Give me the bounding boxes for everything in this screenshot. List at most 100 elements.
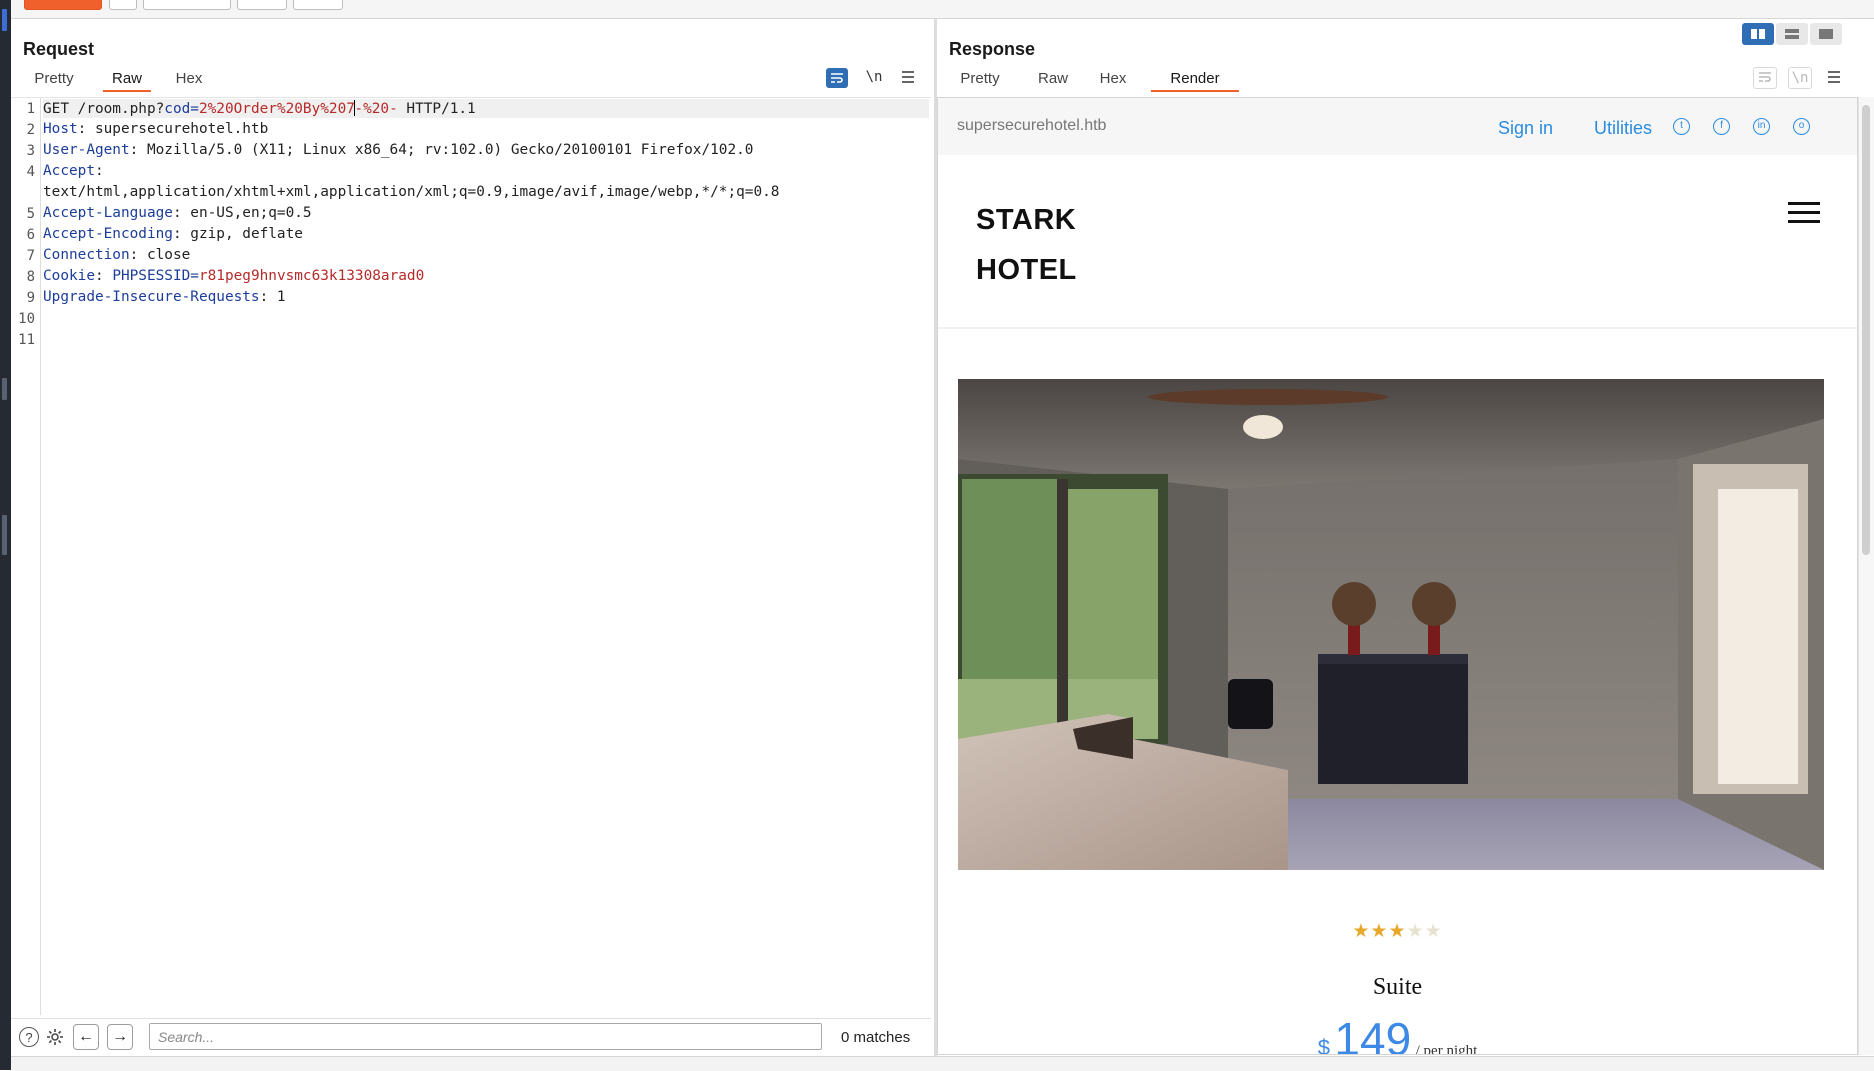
star-filled-icon: ★ [1352, 921, 1371, 942]
strip-marker [2, 378, 7, 400]
header-value: : close [129, 247, 191, 263]
header-value: : 1 [259, 289, 286, 305]
header-value: : supersecurehotel.htb [77, 121, 269, 137]
history-back-button[interactable] [237, 0, 287, 10]
request-editor[interactable]: 1 2 3 4 5 6 7 8 9 10 11 GET /room.php?co… [11, 97, 931, 1015]
price-unit: / per night [1415, 1043, 1478, 1055]
cookie-name: PHPSESSID [112, 268, 191, 284]
tab-raw[interactable]: Raw [1035, 68, 1071, 90]
instagram-icon[interactable]: o [1793, 118, 1810, 135]
site-brand[interactable]: STARK HOTEL [976, 195, 1077, 295]
site-domain: supersecurehotel.htb [957, 117, 1107, 134]
star-empty-icon: ★ [1406, 921, 1425, 942]
tab-render[interactable]: Render [1151, 68, 1239, 92]
price-row: $ 149 / per night [938, 1012, 1857, 1055]
hamburger-menu-icon[interactable] [897, 67, 919, 87]
scrollbar-thumb[interactable] [1862, 105, 1870, 555]
header-key: User-Agent [43, 142, 130, 158]
cookie-eq: = [190, 268, 199, 284]
line-number: 6 [26, 227, 35, 243]
line-number: 1 [26, 101, 35, 117]
header-line-host: Host: supersecurehotel.htb [43, 121, 268, 137]
price-currency: $ [1317, 1035, 1330, 1055]
single-pane-icon[interactable] [1810, 23, 1842, 45]
room-name: Suite [1372, 974, 1423, 1000]
header-key: Connection [43, 247, 130, 263]
query-param-eq: = [190, 101, 199, 117]
sign-in-link[interactable]: Sign in [1498, 118, 1553, 139]
history-forward-button[interactable] [293, 0, 343, 10]
line-number: 10 [18, 311, 35, 327]
query-param-value-tail: -%20- [354, 101, 398, 117]
brand-line: HOTEL [976, 254, 1077, 286]
facebook-icon[interactable]: f [1713, 118, 1730, 135]
header-value: : [94, 163, 104, 179]
forward-arrow-icon[interactable]: → [107, 1024, 133, 1050]
cookie-value: r81peg9hnvsmc63k13308arad0 [198, 268, 425, 284]
header-line-accept-continued: text/html,application/xhtml+xml,applicat… [43, 184, 780, 200]
site-menu-icon[interactable] [1788, 202, 1820, 224]
search-input[interactable] [149, 1023, 822, 1050]
header-key: Upgrade-Insecure-Requests [43, 289, 260, 305]
left-edge-strip [0, 0, 11, 1070]
header-value: : gzip, deflate [172, 226, 303, 242]
nav-separator [938, 327, 1857, 329]
tab-hex[interactable]: Hex [1096, 68, 1130, 90]
header-line-accept-encoding: Accept-Encoding: gzip, deflate [43, 226, 303, 242]
wrap-lines-icon[interactable] [1753, 67, 1777, 89]
header-line-cookie: Cookie: PHPSESSID=r81peg9hnvsmc63k13308a… [43, 268, 424, 284]
settings-button[interactable] [109, 0, 137, 10]
header-key: Accept-Encoding [43, 226, 173, 242]
match-count: 0 matches [841, 1029, 911, 1046]
help-icon[interactable]: ? [19, 1027, 39, 1047]
rating-stars: ★★★★★ [938, 920, 1857, 943]
top-toolbar [11, 0, 1874, 19]
wrap-lines-icon[interactable] [826, 68, 848, 88]
header-key: Cookie [43, 268, 95, 284]
render-scrollbar[interactable] [1858, 97, 1874, 1055]
strip-marker [2, 9, 7, 31]
line-number: 11 [18, 332, 35, 348]
split-vertical-icon[interactable] [1776, 23, 1808, 45]
query-param-name: cod [164, 101, 191, 117]
split-horizontal-icon[interactable] [1742, 23, 1774, 45]
line-number: 8 [26, 269, 35, 285]
back-arrow-icon[interactable]: ← [73, 1024, 99, 1050]
header-line-accept: Accept: [43, 163, 104, 179]
query-param-value: 2%20Order%20By%207 [198, 101, 355, 117]
star-filled-icon: ★ [1370, 921, 1389, 942]
settings-icon[interactable] [45, 1027, 65, 1047]
tab-raw[interactable]: Raw [103, 68, 151, 92]
newline-toggle[interactable]: \n [863, 67, 885, 87]
header-value: : Mozilla/5.0 (X11; Linux x86_64; rv:102… [129, 142, 754, 158]
line-number: 2 [26, 122, 35, 138]
brand-line: STARK [976, 204, 1077, 236]
star-filled-icon: ★ [1388, 921, 1407, 942]
strip-marker [2, 515, 7, 555]
header-key: Accept [43, 163, 95, 179]
request-method-path: GET /room.php? [43, 101, 165, 117]
linkedin-icon[interactable]: in [1753, 118, 1770, 135]
rendered-page[interactable]: supersecurehotel.htb Sign in Utilities t… [937, 97, 1858, 1055]
header-value: : en-US,en;q=0.5 [172, 205, 312, 221]
status-strip [11, 1056, 1874, 1071]
hamburger-menu-icon[interactable] [1823, 67, 1845, 87]
newline-toggle[interactable]: \n [1788, 67, 1812, 89]
send-button[interactable] [24, 0, 102, 10]
line-number: 4 [26, 164, 35, 180]
utilities-link[interactable]: Utilities [1594, 118, 1652, 139]
cancel-button[interactable] [143, 0, 231, 10]
site-topbar: supersecurehotel.htb Sign in Utilities t… [938, 98, 1857, 155]
tab-pretty[interactable]: Pretty [954, 68, 1006, 90]
header-line-upgrade-insecure: Upgrade-Insecure-Requests: 1 [43, 289, 286, 305]
star-empty-icon: ★ [1424, 921, 1443, 942]
price-value: 149 [1334, 1013, 1412, 1055]
request-line: GET /room.php?cod=2%20Order%20By%207-%20… [43, 100, 476, 117]
tab-hex[interactable]: Hex [171, 68, 207, 90]
line-number: 9 [26, 290, 35, 306]
header-key: Accept-Language [43, 205, 173, 221]
request-search-bar: ? ← → 0 matches [11, 1018, 931, 1055]
header-line-accept-language: Accept-Language: en-US,en;q=0.5 [43, 205, 312, 221]
twitter-icon[interactable]: t [1673, 118, 1690, 135]
tab-pretty[interactable]: Pretty [28, 68, 80, 90]
